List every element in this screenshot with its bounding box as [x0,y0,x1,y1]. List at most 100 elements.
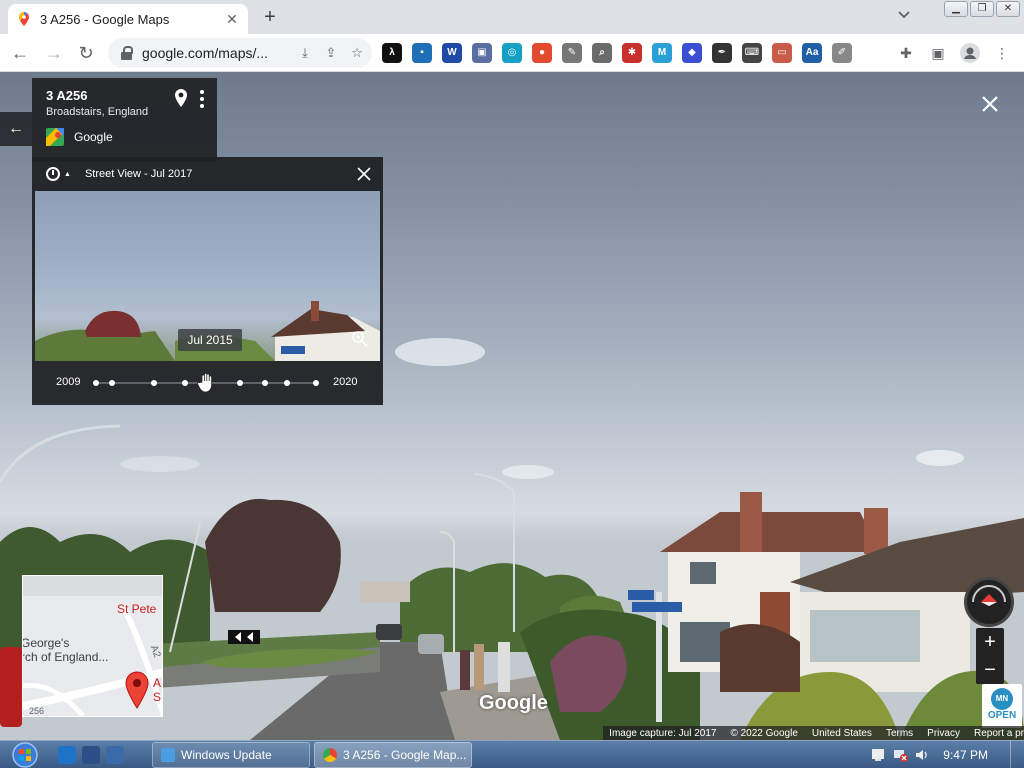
camera-extension-icon[interactable]: ◎ [502,43,522,63]
google-watermark: Google [479,692,548,714]
compass-icon[interactable] [964,577,1014,627]
place-info-card: 3 A256 Broadstairs, England Google [32,78,217,162]
magnifier-extension-icon[interactable]: ⌕ [592,43,612,63]
pen-extension-icon[interactable]: ✎ [562,43,582,63]
timeline-capture-dot[interactable] [261,380,268,386]
switch-windows-icon[interactable] [106,746,124,764]
minimap-church-line1: George's [22,636,70,650]
map-footer-bar: Image capture: Jul 2017 © 2022 Google Un… [603,726,1024,740]
system-tray: 9:47 PM [864,741,1024,768]
timeline-capture-dot[interactable] [283,380,290,386]
back-to-map-arrow-icon[interactable]: ← [0,112,32,146]
colorpicker-extension-icon[interactable]: ● [532,43,552,63]
minimap-label-right: AS [153,676,161,704]
browser-tab-google-maps[interactable]: 3 A256 - Google Maps ✕ [8,4,248,34]
keyboard-extension-icon[interactable]: ⌨ [742,43,762,63]
mn-open-label: OPEN [987,710,1017,721]
screen-extension-icon[interactable]: ▭ [772,43,792,63]
close-window-icon[interactable]: ✕ [996,1,1020,17]
show-desktop-quicklaunch-icon[interactable] [82,746,100,764]
more-options-icon[interactable] [199,90,205,108]
tab-search-chevron-icon[interactable] [894,9,914,25]
url-text: google.com/maps/... [142,45,269,61]
browser-toolbar: ← → ↻ google.com/maps/... ⤓ ⇪ ☆ λ ▪ W ▣ ◎ ● ✎ ⌕… [0,34,1024,72]
timeline-capture-dot[interactable] [150,380,157,386]
timeline-capture-dot[interactable] [108,380,115,386]
minimize-window-icon[interactable]: ▁ [944,1,968,17]
browser-menu-icon[interactable]: ⋮ [992,43,1012,63]
show-desktop-button[interactable] [1010,741,1024,768]
extensions-puzzle-icon[interactable]: ✚ [896,43,916,63]
note-extension-icon[interactable]: ✐ [832,43,852,63]
country-link[interactable]: United States [812,728,872,739]
minimap-location-pin-icon [123,670,151,710]
exit-street-view-icon[interactable] [980,94,1000,114]
start-button-icon[interactable] [8,741,42,768]
timeline-end-year: 2020 [333,376,358,388]
taskbar-windows-update[interactable]: Windows Update [152,742,310,768]
network-error-icon[interactable] [892,747,908,763]
chat-extension-icon[interactable]: ▣ [472,43,492,63]
minimap-right-line1: A [153,676,162,690]
side-panel-icon[interactable]: ▣ [928,43,948,63]
internet-explorer-icon[interactable] [58,746,76,764]
minimap[interactable]: St Pete George's rch of England... AS A2 … [22,575,163,717]
zoom-preview-icon[interactable] [350,329,370,349]
windows-update-icon [161,748,175,762]
extensions-row: λ ▪ W ▣ ◎ ● ✎ ⌕ ✱ M ◆ ✒ ⌨ ▭ Aa ✐ [382,43,852,63]
forward-arrow-icon[interactable]: → [42,41,66,65]
close-history-icon[interactable] [355,165,373,183]
action-center-icon[interactable] [870,747,886,763]
timeline-capture-dot[interactable] [237,380,244,386]
timeline-capture-dot[interactable] [312,380,319,386]
mn-extension-icon[interactable]: M [652,43,672,63]
bookmark-star-icon[interactable]: ☆ [346,45,368,61]
install-app-icon[interactable]: ⤓ [294,45,316,61]
profile-avatar-icon[interactable] [960,43,980,63]
bug-extension-icon[interactable]: ✱ [622,43,642,63]
back-arrow-icon[interactable]: ← [8,41,32,65]
image-source-label: Google [74,130,113,144]
taskbar-clock[interactable]: 9:47 PM [943,748,988,762]
timeline-capture-dot[interactable] [93,380,99,386]
image-source[interactable]: Google [46,128,203,146]
reload-icon[interactable]: ↻ [74,41,98,65]
street-view-viewport[interactable]: ← 3 A256 Broadstairs, England Google ▲ S… [0,72,1024,740]
copyright-text: © 2022 Google [730,727,798,739]
cube-extension-icon[interactable]: ◆ [682,43,702,63]
location-pin-icon[interactable] [173,88,189,108]
report-problem-link[interactable]: Report a pr [974,728,1024,739]
feather-extension-icon[interactable]: ✒ [712,43,732,63]
history-clock-icon [46,167,60,181]
history-timeline: 2009 2020 [32,371,383,395]
taskbar-chrome-window[interactable]: 3 A256 - Google Map... [314,742,472,768]
zoom-out-button[interactable]: − [976,656,1004,684]
flag-extension-icon[interactable]: ▪ [412,43,432,63]
history-date-chip: Jul 2015 [178,329,242,351]
address-bar[interactable]: google.com/maps/... ⤓ ⇪ ☆ [108,38,372,68]
timeline-drag-hand-icon[interactable] [197,372,217,394]
restore-window-icon[interactable]: ❐ [970,1,994,17]
font-extension-icon[interactable]: Aa [802,43,822,63]
tab-strip: 3 A256 - Google Maps ✕ + ▁ ❐ ✕ [0,0,1024,34]
volume-icon[interactable] [914,747,930,763]
street-view-history-panel: ▲ Street View - Jul 2017 Jul 2015 2009 2… [32,157,383,405]
share-icon[interactable]: ⇪ [320,45,342,61]
caret-up-icon: ▲ [64,170,71,178]
tab-title: 3 A256 - Google Maps [40,11,170,27]
image-capture-date: Image capture: Jul 2017 [609,727,717,739]
window-controls: ▁ ❐ ✕ [944,1,1020,17]
history-preview-image[interactable]: Jul 2015 [35,191,380,361]
tab-close-icon[interactable]: ✕ [224,11,240,27]
lambda-extension-icon[interactable]: λ [382,43,402,63]
w-extension-icon[interactable]: W [442,43,462,63]
zoom-in-button[interactable]: + [976,628,1004,656]
timeline-slider-track[interactable] [93,372,319,393]
lock-icon[interactable] [120,46,134,60]
terms-link[interactable]: Terms [886,728,913,739]
timeline-capture-dot[interactable] [181,380,188,386]
history-panel-header[interactable]: ▲ Street View - Jul 2017 [32,157,383,191]
privacy-link[interactable]: Privacy [927,728,960,739]
mn-open-badge[interactable]: MN OPEN [982,684,1022,728]
new-tab-button[interactable]: + [258,6,282,30]
